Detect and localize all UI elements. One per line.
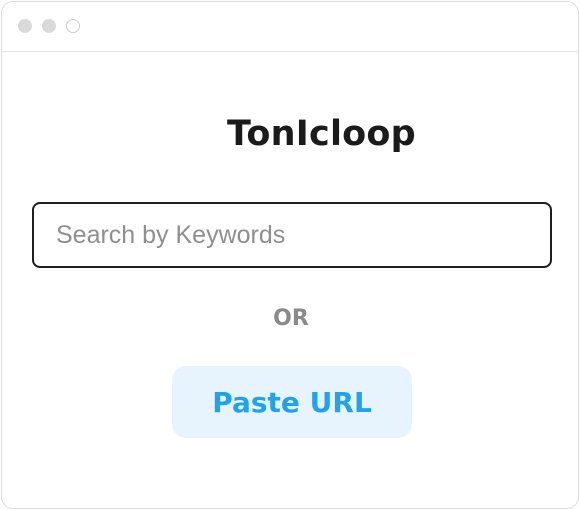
waveform-t-icon <box>151 109 199 159</box>
search-input[interactable] <box>34 204 550 266</box>
search-field[interactable] <box>32 202 552 268</box>
close-dot[interactable] <box>18 19 32 33</box>
window-titlebar <box>2 2 578 52</box>
minimize-dot[interactable] <box>42 19 56 33</box>
paste-url-button[interactable]: Paste URL <box>172 366 412 438</box>
or-divider-label: OR <box>273 306 309 331</box>
brand-name: TonIcloop <box>227 114 416 154</box>
maximize-dot[interactable] <box>66 19 80 33</box>
brand-header: TonIcloop <box>150 106 416 162</box>
app-window: TonIcloop OR Paste URL <box>1 1 579 509</box>
